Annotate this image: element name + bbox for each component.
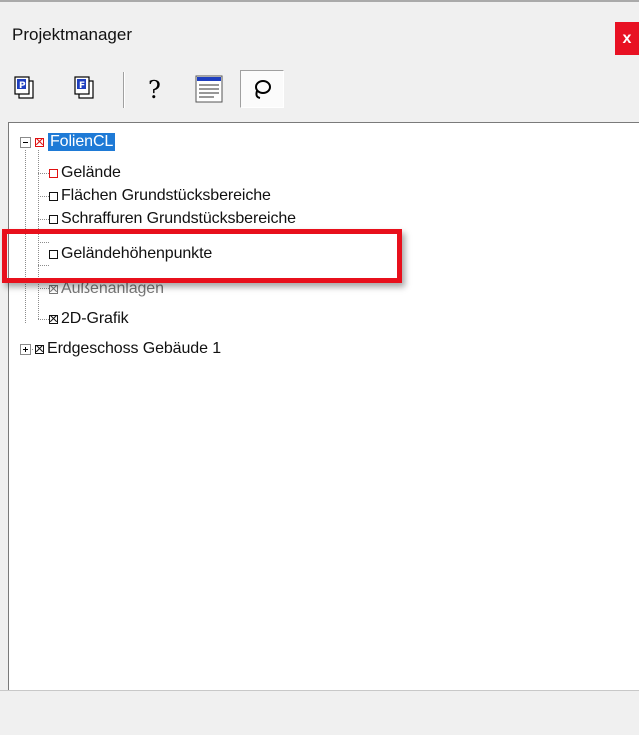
layer-checkbox[interactable] bbox=[49, 191, 58, 201]
layer-checkbox[interactable] bbox=[49, 284, 58, 294]
tree-connector bbox=[38, 219, 49, 221]
tree-node-label: Gelände bbox=[61, 164, 121, 181]
tree-node-2d-grafik[interactable]: 2D-Grafik bbox=[49, 308, 129, 330]
svg-text:P: P bbox=[19, 81, 26, 91]
expand-toggle[interactable] bbox=[20, 344, 31, 355]
tree-node-label: Schraffuren Grundstücksbereiche bbox=[61, 210, 296, 227]
tree-connector bbox=[38, 173, 49, 175]
close-button[interactable]: x bbox=[615, 22, 639, 55]
svg-text:?: ? bbox=[148, 76, 161, 104]
tree-node-erdgeschoss[interactable]: Erdgeschoss Gebäude 1 bbox=[35, 338, 221, 360]
tree-node-label: Flächen Grundstücksbereiche bbox=[61, 187, 271, 204]
window-title: Projektmanager bbox=[12, 25, 133, 44]
project-f-button[interactable]: F bbox=[66, 70, 106, 108]
tree-connector bbox=[38, 196, 49, 198]
tree-node-label: 2D-Grafik bbox=[61, 310, 129, 327]
lasso-icon bbox=[255, 80, 271, 99]
tree-node-schraffuren[interactable]: Schraffuren Grundstücksbereiche bbox=[49, 208, 296, 230]
layer-checkbox[interactable] bbox=[49, 314, 58, 324]
project-tree[interactable]: FolienCL Gelände Flächen Grundstücksbere… bbox=[8, 122, 639, 691]
layer-checkbox[interactable] bbox=[49, 168, 58, 178]
project-p-icon: P bbox=[14, 76, 34, 99]
title-bar: Projektmanager x bbox=[0, 2, 639, 62]
tree-node-label: Erdgeschoss Gebäude 1 bbox=[47, 340, 222, 357]
tree-node-flaechen[interactable]: Flächen Grundstücksbereiche bbox=[49, 185, 271, 207]
layer-checkbox[interactable] bbox=[49, 214, 58, 224]
collapse-toggle[interactable] bbox=[20, 137, 31, 148]
project-p-button[interactable]: P bbox=[6, 70, 46, 108]
toolbar: P F ? bbox=[0, 62, 639, 122]
red-highlight-box bbox=[2, 229, 402, 283]
close-icon: x bbox=[622, 29, 632, 47]
status-bar bbox=[0, 690, 639, 735]
help-button[interactable]: ? bbox=[136, 70, 176, 108]
tree-connector bbox=[38, 319, 49, 321]
toolbar-separator bbox=[123, 72, 125, 108]
layer-visibility-checkbox[interactable] bbox=[35, 137, 44, 147]
tree-node-foliencl[interactable]: FolienCL bbox=[35, 131, 116, 153]
list-view-icon bbox=[195, 75, 223, 103]
tree-node-gelaende[interactable]: Gelände bbox=[49, 162, 121, 184]
tree-connector bbox=[38, 288, 49, 290]
project-f-icon: F bbox=[74, 76, 94, 99]
layer-checkbox[interactable] bbox=[35, 344, 44, 354]
list-view-button[interactable] bbox=[190, 70, 230, 108]
lasso-button[interactable] bbox=[240, 70, 284, 108]
help-icon: ? bbox=[148, 76, 161, 104]
svg-text:F: F bbox=[79, 81, 85, 91]
tree-node-label: FolienCL bbox=[48, 133, 116, 151]
